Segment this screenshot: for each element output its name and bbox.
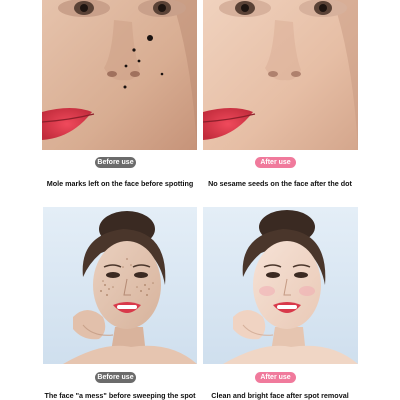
before-use-badge-bottom: Before use [95, 372, 136, 383]
top-right-face-closeup-after [203, 0, 358, 150]
bottom-left-portrait-before [43, 207, 197, 364]
before-use-badge-top: Before use [95, 157, 136, 168]
caption-top-right: No sesame seeds on the face after the do… [208, 179, 352, 188]
caption-bottom-left: The face "a mess" before sweeping the sp… [44, 391, 196, 400]
portrait-clean-image [203, 207, 358, 364]
top-left-face-closeup-before [42, 0, 197, 150]
caption-top-left: Mole marks left on the face before spott… [46, 179, 194, 188]
face-closeup-with-moles-image [42, 0, 197, 150]
portrait-with-freckles-image [43, 207, 197, 364]
after-use-badge-top: After use [255, 157, 296, 168]
bottom-right-portrait-after [203, 207, 358, 364]
face-closeup-clean-image [203, 0, 358, 150]
after-use-badge-bottom: After use [255, 372, 296, 383]
caption-bottom-right: Clean and bright face after spot removal [211, 391, 349, 400]
